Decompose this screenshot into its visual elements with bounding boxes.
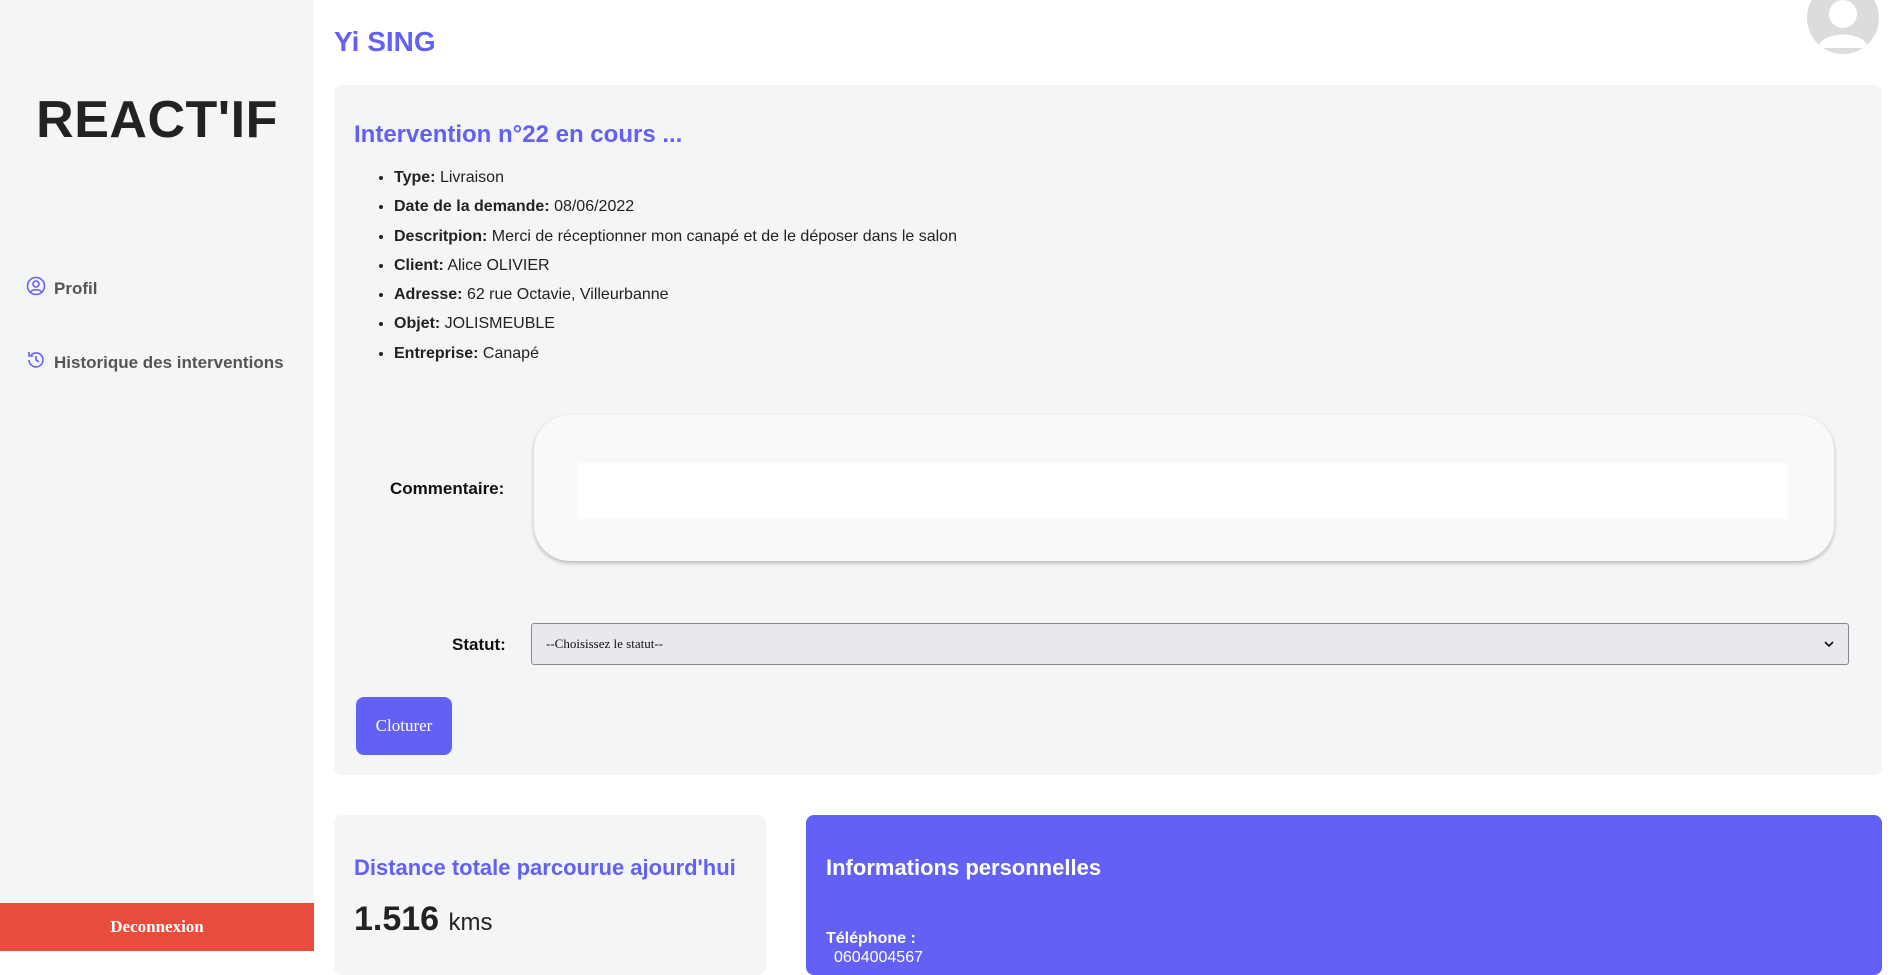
detail-company: Entreprise: Canapé: [394, 339, 957, 368]
detail-address: Adresse: 62 rue Octavie, Villeurbanne: [394, 280, 957, 309]
personal-info-title: Informations personnelles: [826, 855, 1102, 880]
detail-object: Objet: JOLISMEUBLE: [394, 309, 957, 338]
detail-type: Type: Livraison: [394, 163, 957, 192]
app-logo: REACT'IF: [36, 91, 278, 149]
distance-unit: kms: [448, 909, 493, 936]
detail-label: Entreprise:: [394, 344, 479, 362]
status-select[interactable]: --Choisissez le statut--: [531, 623, 1849, 665]
detail-value: 08/06/2022: [554, 198, 635, 216]
logout-button[interactable]: Deconnexion: [0, 903, 314, 951]
sidebar-item-label: Profil: [54, 278, 98, 298]
personal-info-card: Informations personnelles Téléphone : 06…: [806, 815, 1882, 975]
detail-value: Merci de réceptionner mon canapé et de l…: [491, 227, 957, 245]
status-label: Statut:: [452, 635, 506, 654]
detail-label: Adresse:: [394, 286, 463, 304]
phone-value: 0604004567: [834, 949, 923, 966]
avatar[interactable]: [1807, 0, 1879, 54]
detail-label: Date de la demande:: [394, 198, 550, 216]
comment-box: [534, 415, 1834, 561]
phone-label: Téléphone :: [826, 930, 916, 947]
status-selected-value: --Choisissez le statut--: [546, 636, 663, 651]
detail-date: Date de la demande: 08/06/2022: [394, 192, 957, 221]
detail-client: Client: Alice OLIVIER: [394, 251, 957, 280]
intervention-card: Intervention n°22 en cours ... Type: Liv…: [334, 85, 1882, 775]
sidebar-item-label: Historique des interventions: [54, 352, 284, 372]
detail-label: Client:: [394, 256, 444, 274]
intervention-title: Intervention n°22 en cours ...: [354, 121, 683, 148]
sidebar-item-profil[interactable]: Profil: [26, 276, 97, 301]
page-title: Yi SING: [334, 26, 436, 57]
sidebar-item-historique[interactable]: Historique des interventions: [26, 350, 284, 375]
history-icon: [26, 350, 46, 375]
detail-description: Descritpion: Merci de réceptionner mon c…: [394, 222, 957, 251]
sidebar: REACT'IF Profil Historique des intervent…: [0, 0, 314, 951]
detail-value: Canapé: [482, 344, 539, 362]
distance-value: 1.516 kms: [354, 900, 493, 939]
avatar-icon: [1807, 0, 1879, 54]
detail-value: Alice OLIVIER: [447, 256, 550, 274]
distance-card: Distance totale parcourue ajourd'hui 1.5…: [334, 815, 766, 975]
detail-value: JOLISMEUBLE: [444, 315, 555, 333]
detail-label: Objet:: [394, 315, 441, 333]
user-circle-icon: [26, 276, 46, 301]
detail-label: Descritpion:: [394, 227, 488, 245]
intervention-details: Type: Livraison Date de la demande: 08/0…: [374, 163, 957, 368]
comment-input[interactable]: [578, 463, 1788, 519]
distance-title: Distance totale parcourue ajourd'hui: [354, 855, 736, 880]
close-intervention-button[interactable]: Cloturer: [356, 697, 452, 755]
detail-label: Type:: [394, 169, 436, 186]
detail-value: 62 rue Octavie, Villeurbanne: [466, 286, 669, 304]
comment-label: Commentaire:: [390, 479, 505, 498]
detail-value: Livraison: [439, 169, 504, 186]
chevron-down-icon: [1824, 636, 1834, 652]
distance-number: 1.516: [354, 900, 440, 938]
